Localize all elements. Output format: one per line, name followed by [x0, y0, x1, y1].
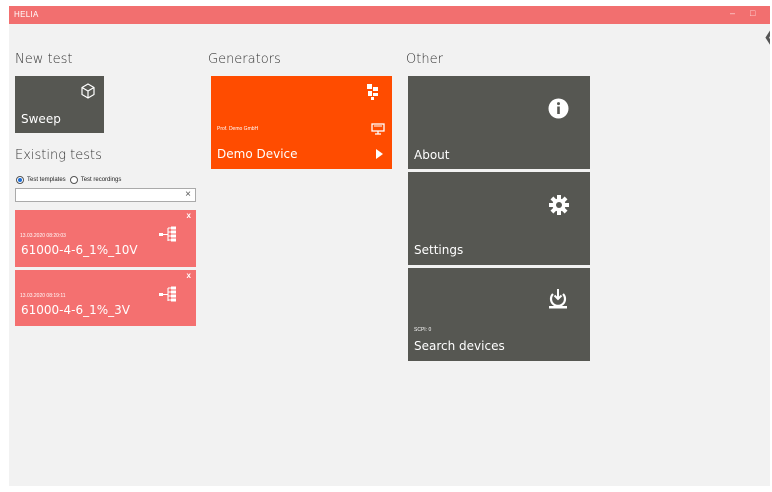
maximize-button[interactable]: □ — [750, 8, 755, 18]
search-devices-label: Search devices — [414, 339, 505, 353]
recordings-radio-label: Test recordings — [80, 177, 122, 183]
monitor-icon — [371, 123, 385, 135]
existing-tests-heading: Existing tests — [15, 148, 102, 163]
templates-radio[interactable] — [16, 176, 24, 184]
settings-tile[interactable]: Settings — [408, 172, 590, 265]
card-date: 13.03.2020 08:19:11 — [20, 293, 66, 299]
app-window: HELIA – □ ❮ New test Sweep Existing test… — [9, 6, 770, 486]
device-name: Demo Device — [217, 147, 298, 161]
generators-heading: Generators — [208, 52, 281, 67]
test-card[interactable]: x 13.03.2020 08:19:11 61000-4-6_1%_3V — [15, 270, 196, 326]
test-search-field: × — [15, 188, 196, 207]
test-card[interactable]: x 13.03.2020 08:20:03 61000-4-6_1%_10V — [15, 210, 196, 267]
card-name: 61000-4-6_1%_10V — [21, 243, 138, 257]
demo-device-tile[interactable]: Prof. Demo GmbH Demo Device — [211, 76, 392, 169]
gear-icon — [549, 195, 569, 215]
delete-card-button[interactable]: x — [187, 211, 191, 220]
scpi-count: SCPI: 0 — [414, 327, 432, 333]
test-search-input[interactable] — [16, 194, 182, 207]
play-icon[interactable] — [375, 149, 384, 159]
delete-card-button[interactable]: x — [187, 271, 191, 280]
device-company: Prof. Demo GmbH — [217, 126, 259, 132]
templates-radio-label: Test templates — [27, 177, 66, 183]
sweep-tile[interactable]: Sweep — [15, 76, 104, 133]
about-tile[interactable]: About — [408, 76, 590, 169]
hierarchy-icon — [159, 286, 176, 302]
card-date: 13.03.2020 08:20:03 — [20, 233, 66, 239]
hierarchy-icon — [159, 226, 176, 242]
collapse-panel-icon[interactable]: ❮ — [763, 28, 770, 45]
info-icon — [548, 98, 569, 119]
recordings-radio[interactable] — [69, 176, 78, 184]
sweep-label: Sweep — [21, 112, 61, 126]
app-title: HELIA — [14, 10, 39, 19]
cube-icon — [81, 83, 95, 99]
clear-search-icon[interactable]: × — [185, 189, 191, 200]
other-heading: Other — [406, 52, 443, 67]
generator-icon — [367, 84, 378, 100]
test-type-radio-group: Test templates Test recordings — [16, 176, 121, 184]
card-name: 61000-4-6_1%_3V — [21, 303, 130, 317]
title-bar: HELIA – □ — [9, 6, 770, 24]
minimize-button[interactable]: – — [730, 8, 735, 18]
about-label: About — [414, 148, 450, 162]
search-devices-tile[interactable]: SCPI: 0 Search devices — [408, 268, 590, 361]
settings-label: Settings — [414, 243, 464, 257]
download-icon — [549, 289, 567, 309]
new-test-heading: New test — [15, 52, 73, 67]
